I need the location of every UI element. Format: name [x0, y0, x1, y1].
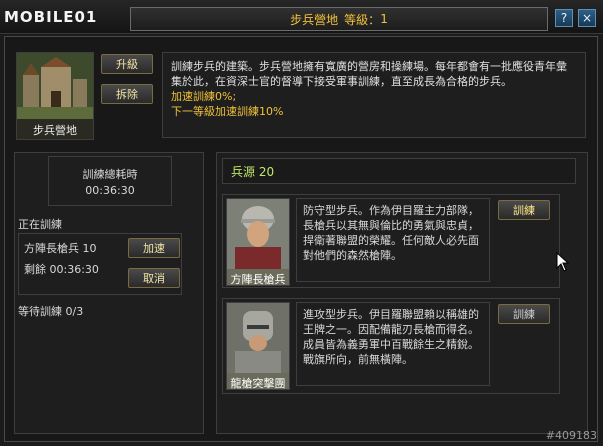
current-unit: 方陣長槍兵 10 [24, 242, 97, 255]
train-button-2[interactable]: 訓練 [498, 304, 550, 324]
building-name: 步兵營地 [33, 124, 77, 137]
unit-desc-1: 防守型步兵。作為伊目羅主力部隊，長槍兵以其無與倫比的勇氣與忠貞，捍衛著聯盟的榮耀… [303, 204, 479, 262]
unit-portrait-1: 方陣長槍兵 [226, 198, 290, 286]
unit-desc-2: 進攻型步兵。伊目羅聯盟賴以稱雄的王牌之一。因配備龍刃長槍而得名。成員皆為義勇軍中… [303, 308, 479, 366]
unit-desc-panel-2: 進攻型步兵。伊目羅聯盟賴以稱雄的王牌之一。因配備龍刃長槍而得名。成員皆為義勇軍中… [296, 302, 490, 386]
logo-text: MOBILE01 [4, 8, 98, 26]
training-now-label: 正在訓練 [18, 218, 62, 231]
help-button[interactable]: ? [555, 9, 573, 27]
troop-source-bar: 兵源 20 [222, 158, 576, 184]
speed-line: 加速訓練0%; [171, 90, 237, 103]
total-time-value: 00:36:30 [85, 183, 135, 197]
site-logo: MOBILE01 [4, 6, 124, 28]
troop-source: 兵源 20 [231, 164, 275, 179]
watermark: #409183 [545, 429, 597, 442]
building-portrait: 步兵營地 [16, 52, 94, 140]
close-icon: × [581, 11, 593, 25]
demolish-button[interactable]: 拆除 [101, 84, 153, 104]
remaining-time: 剩餘 00:36:30 [24, 263, 99, 276]
close-button[interactable]: × [578, 9, 596, 27]
upgrade-button[interactable]: 升級 [101, 54, 153, 74]
queue-label: 等待訓練 0/3 [18, 305, 84, 318]
building-description: 訓練步兵的建築。步兵營地擁有寬廣的營房和操練場。每年都會有一批應役青年彙集於此，… [171, 60, 567, 88]
building-description-panel: 訓練步兵的建築。步兵營地擁有寬廣的營房和操練場。每年都會有一批應役青年彙集於此，… [162, 52, 586, 138]
unit-desc-panel-1: 防守型步兵。作為伊目羅主力部隊，長槍兵以其無與倫比的勇氣與忠貞，捍衛著聯盟的榮耀… [296, 198, 490, 282]
level-label: 等級： [344, 12, 381, 27]
title-banner: 步兵營地 等級： 1 [130, 7, 548, 31]
cancel-button[interactable]: 取消 [128, 268, 180, 288]
arrow-cursor-icon [556, 251, 570, 272]
unit-name-2: 龍槍突擊團 [230, 377, 286, 390]
speedup-button[interactable]: 加速 [128, 238, 180, 258]
next-speed-line: 下一等級加速訓練10% [171, 105, 284, 118]
train-button-1[interactable]: 訓練 [498, 200, 550, 220]
total-time-label: 訓練總耗時 [82, 167, 138, 181]
unit-name-1: 方陣長槍兵 [230, 273, 286, 286]
unit-portrait-2: 龍槍突擊團 [226, 302, 290, 390]
level-value: 1 [380, 12, 388, 26]
total-time-box: 訓練總耗時 00:36:30 [48, 156, 172, 206]
help-icon: ? [560, 11, 568, 25]
window-title: 步兵營地 [290, 12, 339, 27]
